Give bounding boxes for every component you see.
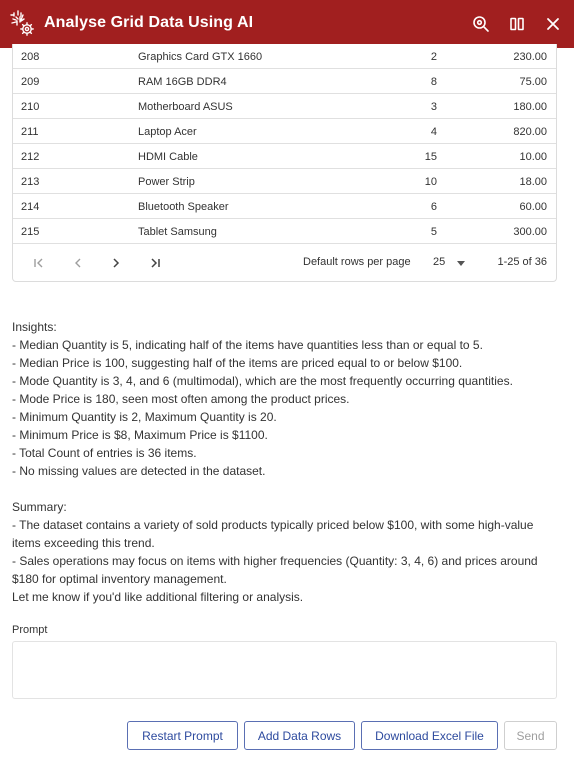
insight-line: - No missing values are detected in the …: [12, 464, 266, 478]
cell-price: 75.00: [519, 76, 547, 88]
table-row[interactable]: 213 Power Strip 10 18.00: [13, 169, 556, 194]
previous-page-button[interactable]: [68, 253, 88, 273]
close-icon: [547, 18, 559, 30]
grid-pager: Default rows per page 25 1-25 of 36: [13, 244, 556, 281]
chevron-down-icon: [457, 261, 465, 266]
table-row[interactable]: 209 RAM 16GB DDR4 8 75.00: [13, 69, 556, 94]
send-button[interactable]: Send: [504, 721, 557, 750]
last-page-icon: [151, 258, 160, 268]
cell-price: 230.00: [513, 51, 547, 63]
cell-price: 10.00: [519, 151, 547, 163]
cell-product: Laptop Acer: [138, 126, 197, 138]
insight-line: - Total Count of entries is 36 items.: [12, 446, 197, 460]
cell-quantity: 10: [424, 176, 437, 188]
insight-line: - Median Quantity is 5, indicating half …: [12, 338, 483, 352]
cell-id: 208: [21, 51, 40, 63]
cell-price: 18.00: [519, 176, 547, 188]
page-range: 1-25 of 36: [497, 256, 547, 268]
zoom-settings-button[interactable]: [469, 12, 493, 36]
cell-price: 180.00: [513, 101, 547, 113]
cell-product: Motherboard ASUS: [138, 101, 233, 113]
cell-price: 60.00: [519, 201, 547, 213]
cell-price: 820.00: [513, 126, 547, 138]
cell-product: RAM 16GB DDR4: [138, 76, 227, 88]
table-row[interactable]: 212 HDMI Cable 15 10.00: [13, 144, 556, 169]
ai-brain-logo-icon: [8, 9, 38, 39]
insight-line: - Minimum Quantity is 2, Maximum Quantit…: [12, 410, 277, 424]
table-row[interactable]: 211 Laptop Acer 4 820.00: [13, 119, 556, 144]
rows-per-page-value: 25: [433, 256, 446, 268]
insight-line: - Median Price is 100, suggesting half o…: [12, 356, 463, 370]
table-row[interactable]: 208 Graphics Card GTX 1660 2 230.00: [13, 44, 556, 69]
prompt-label: Prompt: [12, 624, 48, 636]
data-grid: 208 Graphics Card GTX 1660 2 230.00 209 …: [12, 44, 557, 282]
cell-product: Bluetooth Speaker: [138, 201, 229, 213]
cell-id: 214: [21, 201, 40, 213]
last-page-button[interactable]: [145, 253, 165, 273]
rows-per-page-label: Default rows per page: [303, 256, 411, 268]
cell-quantity: 6: [430, 201, 437, 213]
cell-price: 300.00: [513, 226, 547, 238]
rows-per-page-select[interactable]: 25: [431, 252, 471, 274]
dialog-header: Analyse Grid Data Using AI: [0, 0, 574, 48]
cell-id: 213: [21, 176, 40, 188]
insights-heading: Insights:: [12, 320, 57, 334]
cell-id: 211: [21, 126, 39, 138]
cell-product: HDMI Cable: [138, 151, 198, 163]
cell-quantity: 5: [430, 226, 437, 238]
ai-response: Insights: - Median Quantity is 5, indica…: [12, 318, 562, 606]
cell-quantity: 2: [430, 51, 437, 63]
next-page-button[interactable]: [106, 253, 126, 273]
add-data-rows-button[interactable]: Add Data Rows: [244, 721, 355, 750]
insight-line: - Mode Quantity is 3, 4, and 6 (multimod…: [12, 374, 513, 388]
insight-line: - Mode Price is 180, seen most often amo…: [12, 392, 350, 406]
summary-line: Let me know if you'd like additional fil…: [12, 590, 304, 604]
next-page-icon: [113, 258, 120, 268]
first-page-icon: [34, 258, 43, 268]
zoom-settings-icon: [473, 16, 489, 32]
restart-prompt-button[interactable]: Restart Prompt: [127, 721, 238, 750]
prompt-input[interactable]: [12, 641, 557, 699]
cell-quantity: 8: [430, 76, 437, 88]
cell-product: Graphics Card GTX 1660: [138, 51, 263, 63]
cell-quantity: 15: [424, 151, 437, 163]
columns-button[interactable]: [505, 12, 529, 36]
cell-product: Tablet Samsung: [138, 226, 217, 238]
table-row[interactable]: 210 Motherboard ASUS 3 180.00: [13, 94, 556, 119]
dialog-title: Analyse Grid Data Using AI: [44, 14, 254, 31]
table-row[interactable]: 215 Tablet Samsung 5 300.00: [13, 219, 556, 244]
cell-id: 210: [21, 101, 40, 113]
summary-line: - The dataset contains a variety of sold…: [12, 518, 534, 550]
download-excel-button[interactable]: Download Excel File: [361, 721, 498, 750]
cell-quantity: 4: [430, 126, 437, 138]
cell-product: Power Strip: [138, 176, 195, 188]
table-row[interactable]: 214 Bluetooth Speaker 6 60.00: [13, 194, 556, 219]
previous-page-icon: [75, 258, 81, 268]
cell-id: 209: [21, 76, 40, 88]
columns-icon: [510, 17, 524, 31]
summary-heading: Summary:: [12, 500, 67, 514]
summary-line: - Sales operations may focus on items wi…: [12, 554, 538, 586]
cell-id: 215: [21, 226, 40, 238]
cell-quantity: 3: [430, 101, 437, 113]
cell-id: 212: [21, 151, 40, 163]
close-button[interactable]: [541, 12, 565, 36]
insight-line: - Minimum Price is $8, Maximum Price is …: [12, 428, 268, 442]
first-page-button[interactable]: [29, 253, 49, 273]
